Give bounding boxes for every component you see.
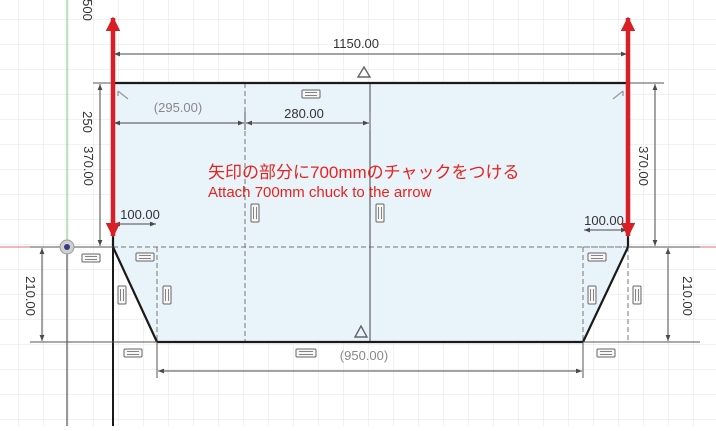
dim-top-mid[interactable]: 280.00 bbox=[284, 106, 324, 121]
dim-left-outer-partial[interactable]: 500 bbox=[80, 0, 95, 21]
dim-right-bottom-height[interactable]: 210.00 bbox=[680, 276, 695, 316]
dim-right-height[interactable]: 370.00 bbox=[636, 146, 651, 186]
dim-top-left-ref[interactable]: (295.00) bbox=[154, 100, 202, 115]
dim-left-short[interactable]: 250 bbox=[80, 111, 95, 133]
sketch-canvas[interactable]: 1150.00 (295.00) 280.00 100.00 100.00 (9… bbox=[0, 0, 716, 426]
dim-left-bottom-height[interactable]: 210.00 bbox=[23, 276, 38, 316]
dim-left-offset[interactable]: 100.00 bbox=[120, 207, 160, 222]
dim-left-height[interactable]: 370.00 bbox=[81, 146, 96, 186]
annotation-japanese: 矢印の部分に700mmのチャックをつける bbox=[208, 163, 520, 182]
dim-bottom-width-ref[interactable]: (950.00) bbox=[340, 348, 388, 363]
origin-point-icon[interactable] bbox=[59, 239, 75, 255]
dim-top-total[interactable]: 1150.00 bbox=[333, 36, 379, 51]
dim-right-offset[interactable]: 100.00 bbox=[584, 213, 624, 228]
annotation-english: Attach 700mm chuck to the arrow bbox=[208, 184, 432, 201]
